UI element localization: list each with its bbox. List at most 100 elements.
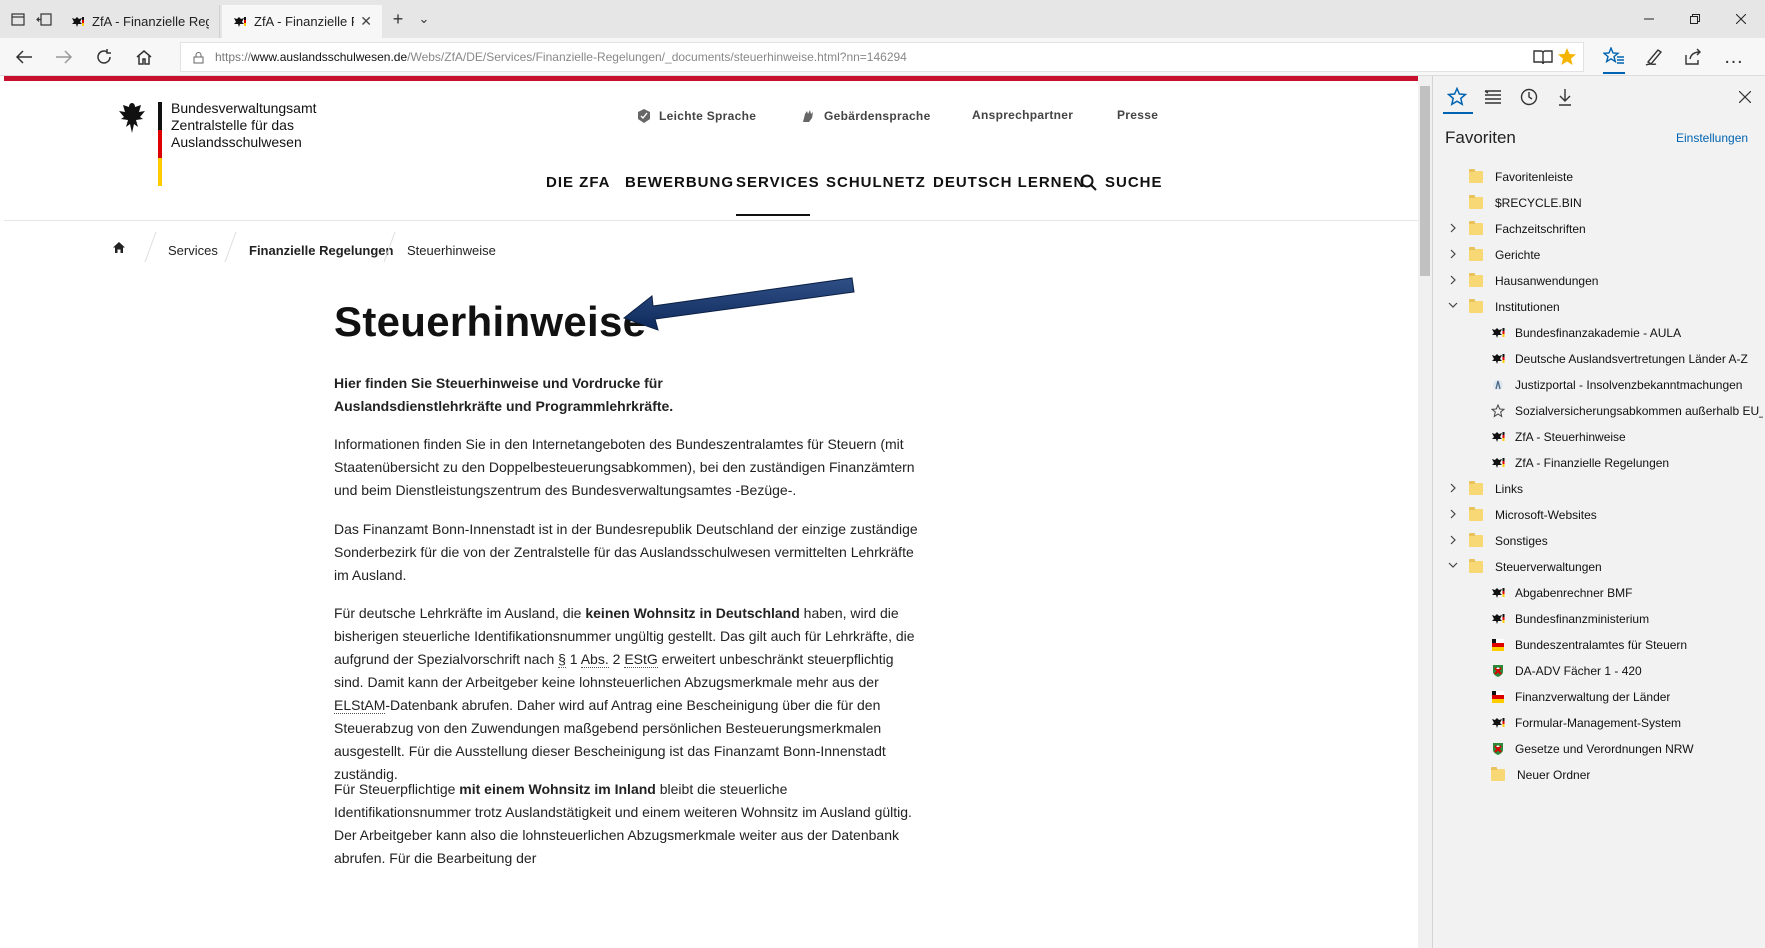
- justice-portal-icon: [1491, 378, 1505, 392]
- favorites-scrollbar[interactable]: [1751, 146, 1765, 946]
- bold-span: keinen Wohnsitz in Deutschland: [585, 605, 800, 621]
- favorites-folder[interactable]: Hausanwendungen: [1469, 268, 1763, 294]
- pen-notes-icon[interactable]: [1638, 44, 1670, 70]
- federal-eagle-logo[interactable]: [116, 100, 148, 136]
- share-icon[interactable]: [1678, 44, 1710, 70]
- favorites-item[interactable]: Sozialversicherungsabkommen außerhalb EU…: [1491, 398, 1763, 424]
- meta-nav-leichte-sprache[interactable]: Leichte Sprache: [637, 108, 756, 124]
- close-pane-icon[interactable]: [1731, 84, 1759, 110]
- favorites-folder[interactable]: Steuerverwaltungen: [1469, 554, 1763, 580]
- reading-view-icon[interactable]: [1533, 49, 1553, 68]
- tab-actions-icon[interactable]: [6, 8, 30, 30]
- favorites-folder[interactable]: Sonstiges: [1469, 528, 1763, 554]
- logo-line: Zentralstelle für das: [171, 117, 294, 133]
- favorites-item[interactable]: Formular-Management-System: [1491, 710, 1763, 736]
- restore-icon[interactable]: [1672, 6, 1718, 32]
- favorites-item[interactable]: Justizportal - Insolvenzbekanntmachungen: [1491, 372, 1763, 398]
- breadcrumb-home-icon[interactable]: [112, 241, 126, 257]
- favorites-item[interactable]: Deutsche Auslandsvertretungen Länder A-Z: [1491, 346, 1763, 372]
- favorites-item[interactable]: Finanzverwaltung der Länder: [1491, 684, 1763, 710]
- breadcrumb-separator: [224, 232, 237, 262]
- folder-icon: [1491, 767, 1505, 781]
- reading-list-icon[interactable]: [1479, 84, 1507, 110]
- favorites-folder[interactable]: Links: [1469, 476, 1763, 502]
- refresh-icon[interactable]: [88, 44, 120, 70]
- favorite-star-icon[interactable]: [1557, 47, 1577, 70]
- favorites-item[interactable]: Bundesfinanzministerium: [1491, 606, 1763, 632]
- back-arrow-icon[interactable]: [8, 44, 40, 70]
- eagle-favicon-icon: [1491, 456, 1505, 470]
- logo-text[interactable]: Bundesverwaltungsamt Zentralstelle für d…: [171, 100, 317, 151]
- address-bar[interactable]: https://www.auslandsschulwesen.de/Webs/Z…: [180, 42, 1584, 72]
- more-icon[interactable]: …: [1718, 44, 1750, 70]
- new-tab-button[interactable]: +: [386, 8, 410, 30]
- tab-close-icon[interactable]: ✕: [360, 13, 372, 30]
- tab-zfa-finanzielle-1[interactable]: ZfA - Finanzielle Regelunge: [60, 5, 220, 38]
- favorites-folder[interactable]: Neuer Ordner: [1491, 762, 1763, 788]
- page-scrollbar[interactable]: [1418, 76, 1432, 948]
- close-window-icon[interactable]: [1718, 6, 1764, 32]
- favorites-item-label: Microsoft-Websites: [1495, 508, 1597, 522]
- favorites-hub-icon[interactable]: [1598, 44, 1630, 70]
- breadcrumb-services[interactable]: Services: [168, 243, 218, 258]
- favorites-star-icon[interactable]: [1443, 84, 1471, 110]
- favorites-item[interactable]: Gesetze und Verordnungen NRW: [1491, 736, 1763, 762]
- navigation-bar: https://www.auslandsschulwesen.de/Webs/Z…: [0, 38, 1765, 76]
- favorites-settings-link[interactable]: Einstellungen: [1676, 131, 1748, 145]
- meta-nav-presse[interactable]: Presse: [1117, 108, 1158, 122]
- chevron-right-icon[interactable]: [1447, 535, 1459, 545]
- breadcrumb-finanzielle-regelungen[interactable]: Finanzielle Regelungen: [249, 243, 393, 258]
- favorites-item-label: Finanzverwaltung der Länder: [1515, 690, 1671, 704]
- chevron-right-icon[interactable]: [1447, 249, 1459, 259]
- favorites-folder[interactable]: $RECYCLE.BIN: [1469, 190, 1763, 216]
- chevron-down-icon[interactable]: [1447, 301, 1459, 309]
- favorites-folder[interactable]: Microsoft-Websites: [1469, 502, 1763, 528]
- meta-nav-ansprechpartner[interactable]: Ansprechpartner: [972, 108, 1073, 122]
- chevron-right-icon[interactable]: [1447, 223, 1459, 233]
- folder-icon: [1469, 273, 1483, 287]
- nav-services[interactable]: SERVICES: [736, 174, 820, 191]
- minimize-icon[interactable]: [1626, 6, 1672, 32]
- history-icon[interactable]: [1515, 84, 1543, 110]
- set-aside-tabs-icon[interactable]: [32, 8, 56, 30]
- favorites-folder[interactable]: Favoritenleiste: [1469, 164, 1763, 190]
- page-title: Steuerhinweise: [334, 298, 647, 345]
- favorites-item[interactable]: Abgabenrechner BMF: [1491, 580, 1763, 606]
- url-path: /Webs/ZfA/DE/Services/Finanzielle-Regelu…: [407, 50, 907, 64]
- home-icon[interactable]: [128, 44, 160, 70]
- nav-suche[interactable]: SUCHE: [1080, 174, 1163, 191]
- forward-arrow-icon[interactable]: [48, 44, 80, 70]
- eagle-favicon-icon: [1491, 430, 1505, 444]
- favorites-item-label: Deutsche Auslandsvertretungen Länder A-Z: [1515, 352, 1748, 366]
- url-host: www.auslandsschulwesen.de: [251, 50, 408, 64]
- eagle-favicon-icon: [1491, 716, 1505, 730]
- lock-icon: [193, 51, 205, 64]
- nav-die-zfa[interactable]: DIE ZFA: [546, 174, 611, 191]
- bold-span: mit einem Wohnsitz im Inland: [459, 781, 656, 797]
- favorites-item-label: Gerichte: [1495, 248, 1541, 262]
- favorites-item[interactable]: Bundesfinanzakademie - AULA: [1491, 320, 1763, 346]
- chevron-right-icon[interactable]: [1447, 509, 1459, 519]
- chevron-right-icon[interactable]: [1447, 483, 1459, 493]
- chevron-down-icon[interactable]: [1447, 561, 1459, 569]
- nav-bewerbung[interactable]: BEWERBUNG: [625, 174, 734, 191]
- meta-nav-gebaerdensprache[interactable]: Gebärdensprache: [800, 108, 931, 124]
- tab-preview-chevron-icon[interactable]: ⌄: [412, 8, 436, 30]
- tab-zfa-finanzielle-2[interactable]: ZfA - Finanzielle Regelu ✕: [222, 5, 382, 38]
- eagle-favicon-icon: [1491, 612, 1505, 626]
- downloads-icon[interactable]: [1551, 84, 1579, 110]
- favorites-folder[interactable]: Institutionen: [1469, 294, 1763, 320]
- favorites-folder[interactable]: Gerichte: [1469, 242, 1763, 268]
- favorites-item-label: Formular-Management-System: [1515, 716, 1682, 730]
- scrollbar-thumb[interactable]: [1420, 86, 1430, 276]
- favorites-item[interactable]: ZfA - Steuerhinweise: [1491, 424, 1763, 450]
- tab-label: ZfA - Finanzielle Regelu: [254, 14, 354, 29]
- annotation-arrow: [622, 277, 855, 331]
- favorites-item[interactable]: ZfA - Finanzielle Regelungen: [1491, 450, 1763, 476]
- nav-schulnetz[interactable]: SCHULNETZ: [826, 174, 926, 191]
- favorites-item[interactable]: Bundeszentralamtes für Steuern: [1491, 632, 1763, 658]
- favorites-item[interactable]: DA-ADV Fächer 1 - 420: [1491, 658, 1763, 684]
- nav-deutsch-lernen[interactable]: DEUTSCH LERNEN: [933, 174, 1085, 191]
- chevron-right-icon[interactable]: [1447, 275, 1459, 285]
- favorites-folder[interactable]: Fachzeitschriften: [1469, 216, 1763, 242]
